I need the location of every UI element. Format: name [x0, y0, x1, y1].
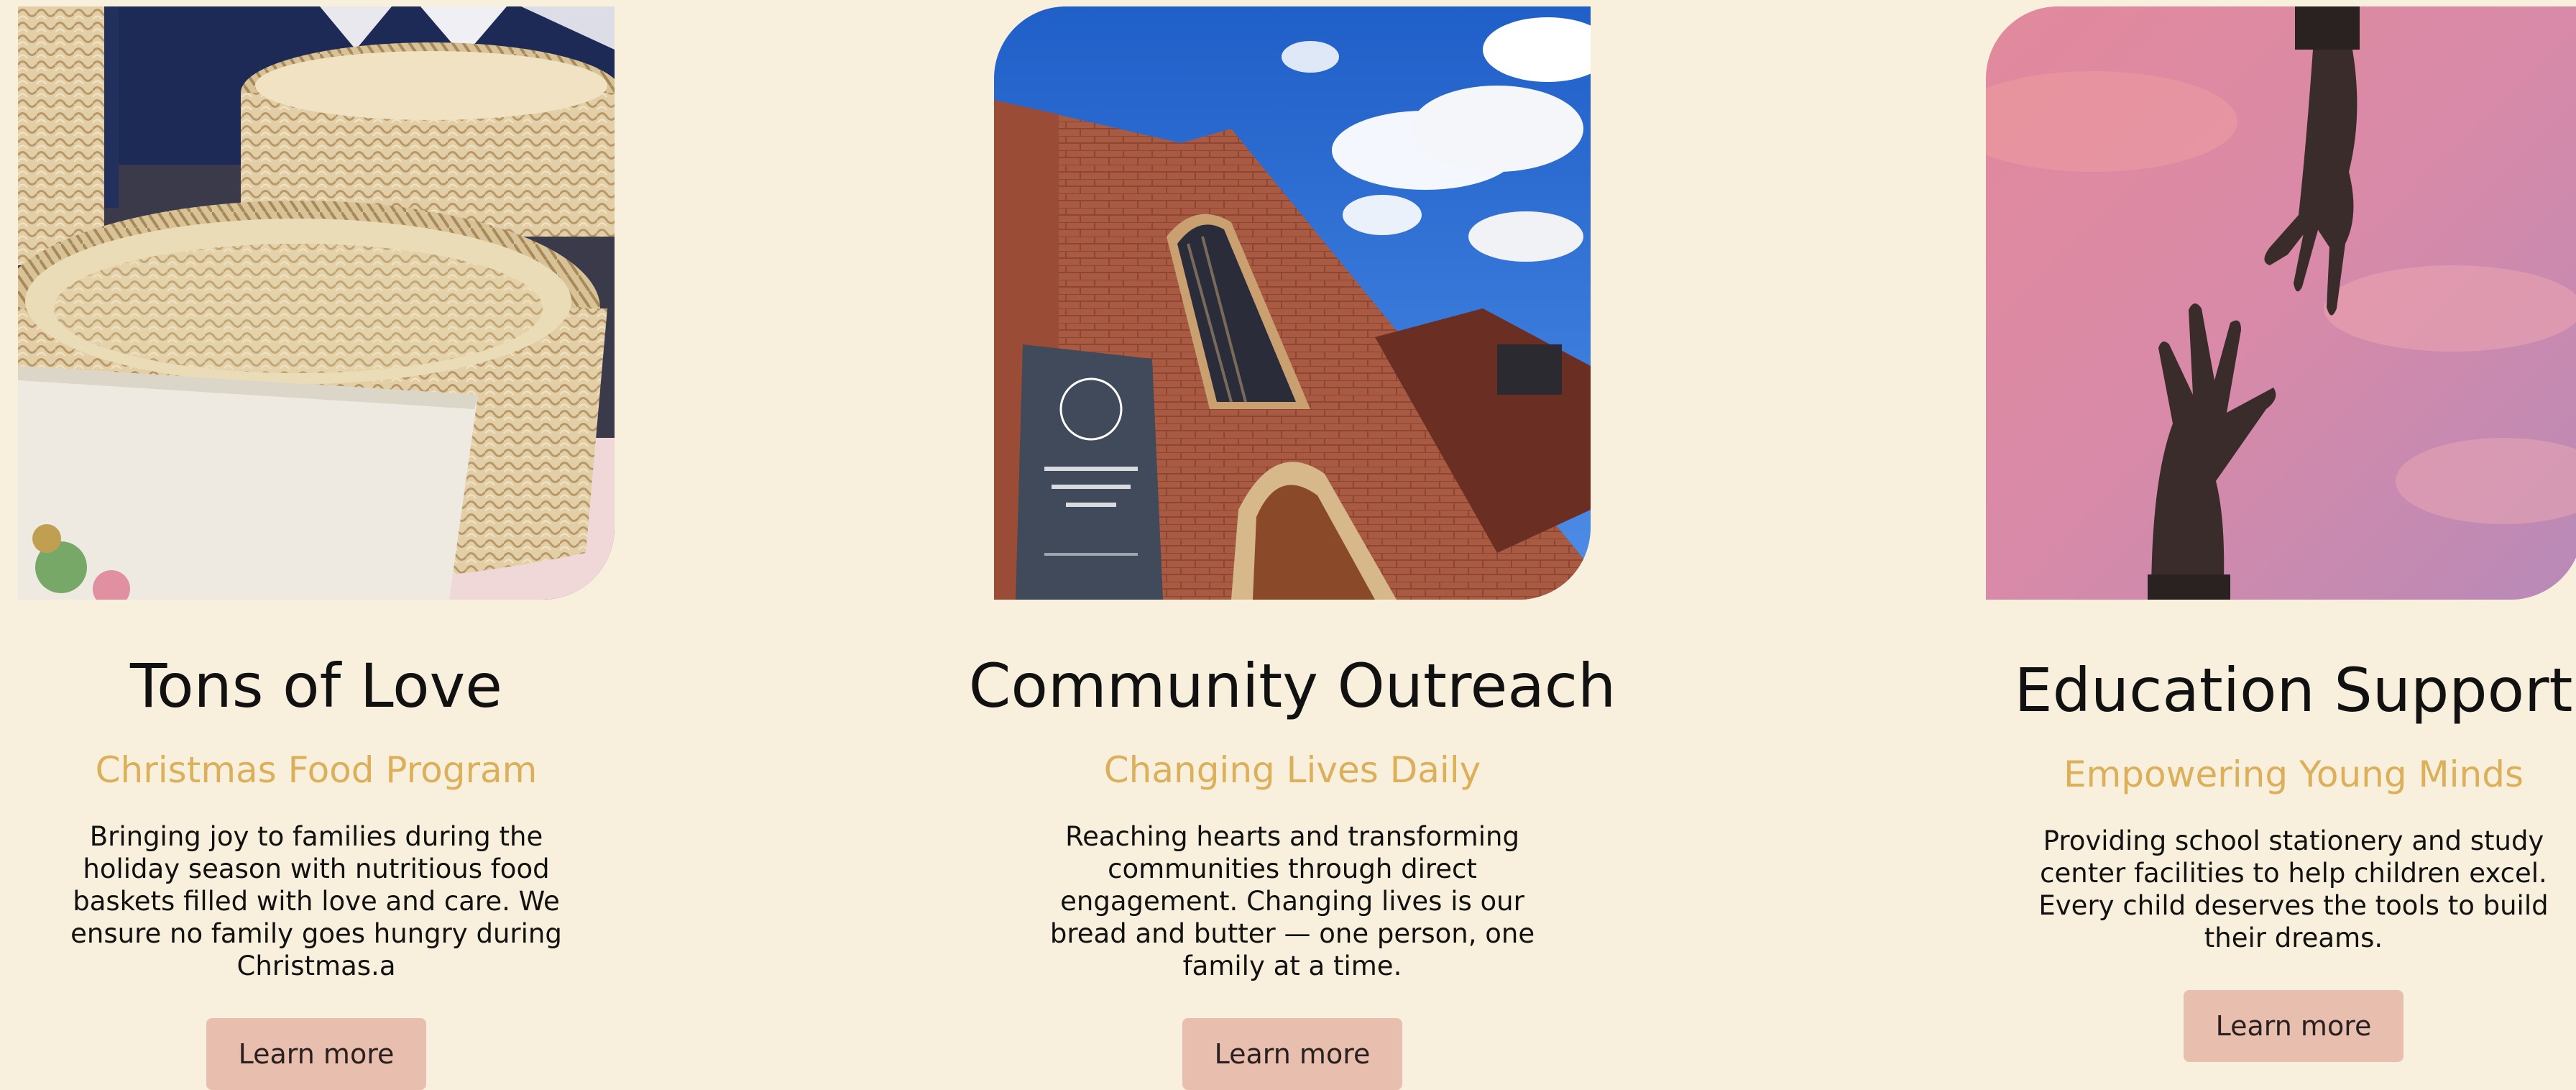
- card-title: Community Outreach: [968, 651, 1616, 721]
- card-title: Tons of Love: [130, 651, 502, 721]
- card-description: Bringing joy to families during the holi…: [70, 820, 562, 981]
- card-title: Education Support: [2014, 655, 2573, 725]
- church-photo: [994, 6, 1591, 600]
- learn-more-button[interactable]: Learn more: [206, 1017, 426, 1090]
- learn-more-button[interactable]: Learn more: [2184, 989, 2404, 1062]
- reaching-hands-photo: [1986, 6, 2576, 600]
- card-description: Providing school stationery and study ce…: [2038, 825, 2549, 953]
- card-subtitle: Changing Lives Daily: [1103, 748, 1481, 791]
- program-card-tons-of-love: Tons of Love Christmas Food Program Brin…: [18, 6, 615, 1090]
- learn-more-button[interactable]: Learn more: [1182, 1017, 1402, 1090]
- woven-baskets-photo: [18, 6, 615, 600]
- card-subtitle: Empowering Young Minds: [2063, 753, 2524, 795]
- card-description: Reaching hearts and transforming communi…: [1049, 820, 1535, 981]
- program-card-education-support: Education Support Empowering Young Minds…: [1986, 6, 2576, 1062]
- program-card-community-outreach: Community Outreach Changing Lives Daily …: [969, 6, 1616, 1090]
- card-subtitle: Christmas Food Program: [95, 748, 538, 791]
